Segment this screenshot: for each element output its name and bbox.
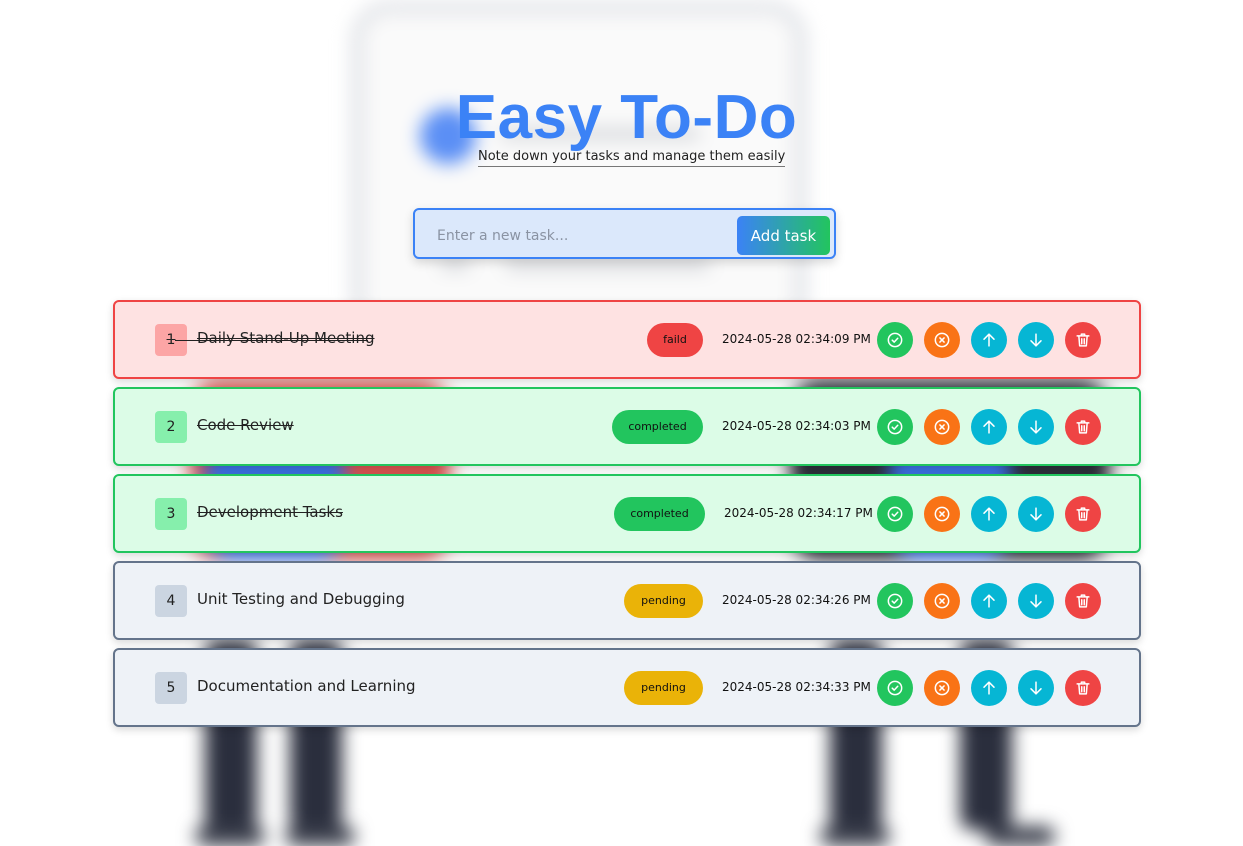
- move-down-button[interactable]: [1018, 670, 1054, 706]
- status-badge: completed: [614, 497, 705, 531]
- complete-button[interactable]: [877, 409, 913, 445]
- task-list: 1 Daily Stand-Up Meeting faild 2024-05-2…: [113, 300, 1141, 735]
- fail-button[interactable]: [924, 583, 960, 619]
- task-number: 3: [155, 498, 187, 530]
- move-down-button[interactable]: [1018, 322, 1054, 358]
- delete-button[interactable]: [1065, 583, 1101, 619]
- person-right-shoe: [985, 826, 1055, 846]
- fail-button[interactable]: [924, 496, 960, 532]
- task-item: 5 Documentation and Learning pending 202…: [113, 648, 1141, 727]
- arrow-up-icon: [983, 420, 995, 434]
- x-circle-icon: [934, 593, 950, 609]
- app-subtitle: Note down your tasks and manage them eas…: [478, 149, 786, 167]
- move-down-button[interactable]: [1018, 409, 1054, 445]
- fail-button[interactable]: [924, 670, 960, 706]
- task-title: Development Tasks: [197, 503, 343, 521]
- complete-button[interactable]: [877, 322, 913, 358]
- move-up-button[interactable]: [971, 583, 1007, 619]
- arrow-up-icon: [983, 333, 995, 347]
- x-circle-icon: [934, 506, 950, 522]
- doc-line: [505, 258, 710, 270]
- delete-button[interactable]: [1065, 322, 1101, 358]
- delete-button[interactable]: [1065, 496, 1101, 532]
- x-circle-icon: [934, 332, 950, 348]
- task-item: 2 Code Review completed 2024-05-28 02:34…: [113, 387, 1141, 466]
- complete-button[interactable]: [877, 496, 913, 532]
- complete-button[interactable]: [877, 670, 913, 706]
- task-number: 2: [155, 411, 187, 443]
- fail-button[interactable]: [924, 322, 960, 358]
- task-timestamp: 2024-05-28 02:34:03 PM: [722, 419, 871, 433]
- delete-button[interactable]: [1065, 670, 1101, 706]
- person-right-shoe: [820, 826, 890, 846]
- fail-button[interactable]: [924, 409, 960, 445]
- arrow-up-icon: [983, 681, 995, 695]
- check-circle-icon: [887, 680, 903, 696]
- task-timestamp: 2024-05-28 02:34:26 PM: [722, 593, 871, 607]
- x-circle-icon: [934, 419, 950, 435]
- task-number: 4: [155, 585, 187, 617]
- arrow-down-icon: [1030, 333, 1042, 347]
- arrow-down-icon: [1030, 420, 1042, 434]
- delete-button[interactable]: [1065, 409, 1101, 445]
- arrow-up-icon: [983, 594, 995, 608]
- check-circle-icon: [887, 593, 903, 609]
- task-item: 4 Unit Testing and Debugging pending 202…: [113, 561, 1141, 640]
- trash-icon: [1076, 594, 1090, 608]
- x-circle-icon: [934, 680, 950, 696]
- arrow-down-icon: [1030, 594, 1042, 608]
- task-title: Daily Stand-Up Meeting: [197, 329, 375, 347]
- new-task-form: Add task: [413, 208, 836, 259]
- task-timestamp: 2024-05-28 02:34:33 PM: [722, 680, 871, 694]
- move-down-button[interactable]: [1018, 583, 1054, 619]
- move-up-button[interactable]: [971, 670, 1007, 706]
- header: Easy To-Do Note down your tasks and mana…: [0, 83, 1243, 167]
- check-circle-icon: [887, 506, 903, 522]
- status-badge: faild: [647, 323, 703, 357]
- trash-icon: [1076, 333, 1090, 347]
- doc-line: [440, 258, 470, 270]
- trash-icon: [1076, 681, 1090, 695]
- status-badge: completed: [612, 410, 703, 444]
- task-title: Code Review: [197, 416, 294, 434]
- new-task-input[interactable]: [435, 222, 739, 250]
- status-badge: pending: [624, 584, 703, 618]
- trash-icon: [1076, 507, 1090, 521]
- trash-icon: [1076, 420, 1090, 434]
- move-up-button[interactable]: [971, 322, 1007, 358]
- task-item: 1 Daily Stand-Up Meeting faild 2024-05-2…: [113, 300, 1141, 379]
- move-down-button[interactable]: [1018, 496, 1054, 532]
- task-item: 3 Development Tasks completed 2024-05-28…: [113, 474, 1141, 553]
- task-timestamp: 2024-05-28 02:34:09 PM: [722, 332, 871, 346]
- add-task-button[interactable]: Add task: [737, 216, 830, 255]
- arrow-down-icon: [1030, 681, 1042, 695]
- complete-button[interactable]: [877, 583, 913, 619]
- task-title: Unit Testing and Debugging: [197, 590, 405, 608]
- task-number: 5: [155, 672, 187, 704]
- person-left-shoe: [285, 826, 355, 846]
- person-left-shoe: [195, 826, 265, 846]
- arrow-up-icon: [983, 507, 995, 521]
- arrow-down-icon: [1030, 507, 1042, 521]
- task-timestamp: 2024-05-28 02:34:17 PM: [724, 506, 873, 520]
- status-badge: pending: [624, 671, 703, 705]
- document-graphic: [350, 0, 808, 338]
- check-circle-icon: [887, 419, 903, 435]
- check-circle-icon: [887, 332, 903, 348]
- task-title: Documentation and Learning: [197, 677, 416, 695]
- app-title: Easy To-Do: [455, 83, 798, 152]
- move-up-button[interactable]: [971, 496, 1007, 532]
- move-up-button[interactable]: [971, 409, 1007, 445]
